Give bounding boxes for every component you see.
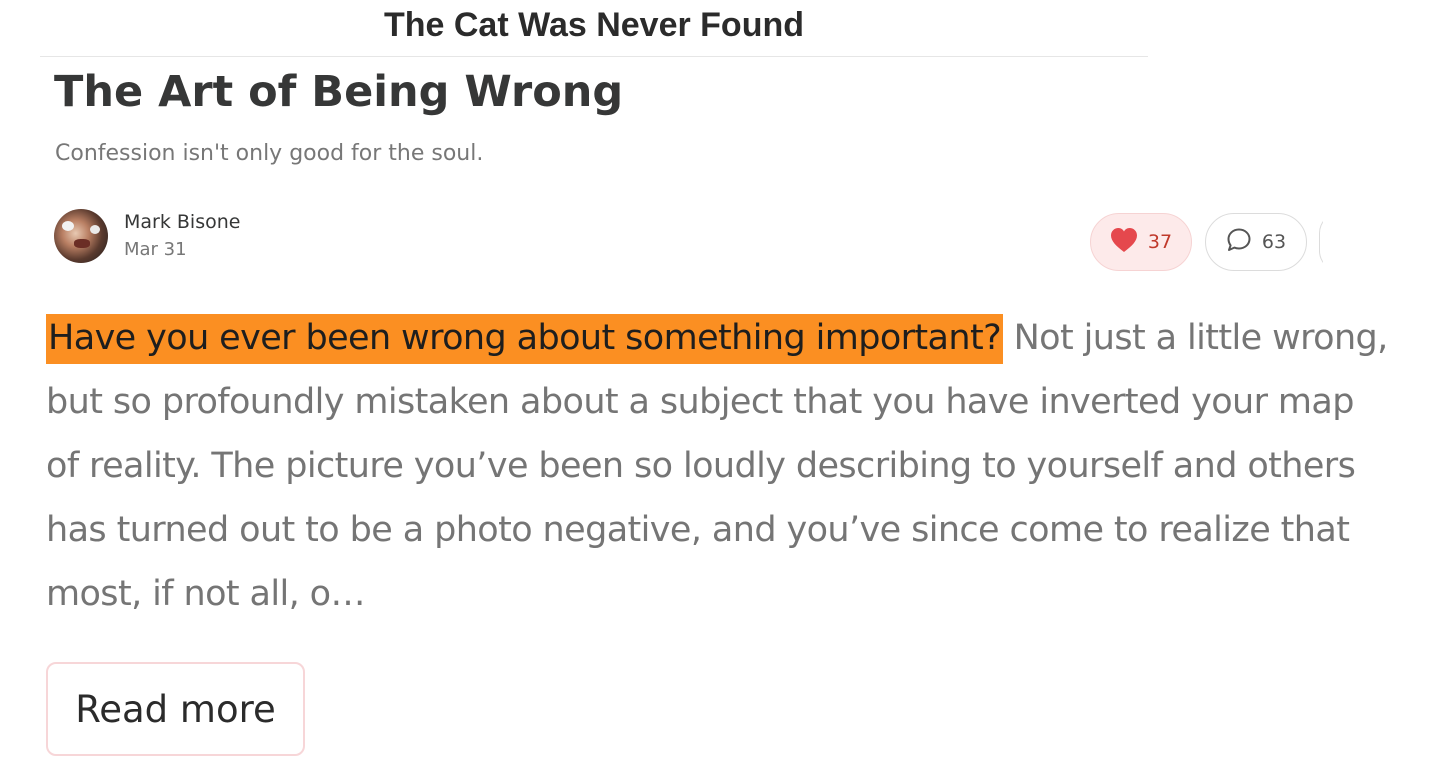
read-more-button[interactable]: Read more	[46, 662, 305, 756]
post-date: Mar 31	[124, 239, 187, 260]
comment-count: 63	[1261, 231, 1287, 253]
excerpt-line: Have you ever been wrong about something…	[46, 306, 1450, 370]
excerpt-line: most, if not all, o…	[46, 574, 366, 614]
post-subtitle: Confession isn't only good for the soul.	[55, 141, 484, 166]
excerpt-line: has turned out to be a photo negative, a…	[46, 510, 1350, 550]
like-button[interactable]: 37	[1090, 213, 1192, 271]
author-avatar[interactable]	[54, 209, 108, 263]
comment-button[interactable]: 63	[1205, 213, 1307, 271]
heart-icon	[1110, 227, 1138, 257]
post-title[interactable]: The Art of Being Wrong	[54, 62, 623, 122]
excerpt-text: Not just a little wrong,	[1003, 318, 1389, 358]
byline-text: Mark Bisone Mar 31	[124, 208, 240, 264]
publication-header: The Cat Was Never Found	[40, 0, 1148, 57]
excerpt-line: but so profoundly mistaken about a subje…	[46, 382, 1354, 422]
avatar-detail	[62, 221, 74, 231]
avatar-detail	[74, 239, 90, 248]
comment-bubble-icon	[1226, 227, 1252, 257]
share-button[interactable]	[1319, 213, 1323, 271]
byline: Mark Bisone Mar 31	[54, 207, 240, 265]
like-count: 37	[1147, 231, 1173, 253]
excerpt-line: of reality. The picture you’ve been so l…	[46, 446, 1356, 486]
publication-name[interactable]: The Cat Was Never Found	[384, 4, 804, 46]
author-name[interactable]: Mark Bisone	[124, 208, 240, 236]
highlighted-text: Have you ever been wrong about something…	[46, 314, 1004, 364]
avatar-detail	[90, 225, 100, 234]
post-excerpt: Have you ever been wrong about something…	[46, 306, 1450, 626]
